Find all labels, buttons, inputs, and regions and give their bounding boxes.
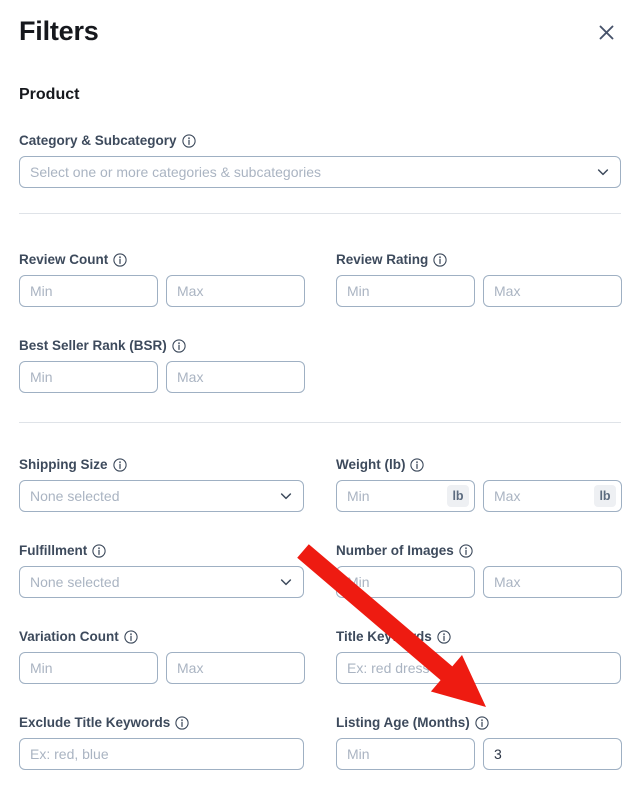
review-count-max-input[interactable] <box>166 275 305 307</box>
field-weight: Weight (lb) lb lb <box>336 457 622 512</box>
info-icon[interactable] <box>182 134 196 148</box>
chevron-down-icon <box>279 575 293 589</box>
field-label-listing-age: Listing Age (Months) <box>336 715 622 731</box>
bsr-max-input[interactable] <box>166 361 305 393</box>
field-best-seller-rank: Best Seller Rank (BSR) <box>19 338 305 393</box>
field-review-rating: Review Rating <box>336 252 622 307</box>
field-label-review-rating: Review Rating <box>336 252 622 268</box>
fulfillment-value: None selected <box>30 574 279 590</box>
number-of-images-max-input[interactable] <box>483 566 622 598</box>
chevron-down-icon <box>596 165 610 179</box>
field-label-text: Number of Images <box>336 543 454 559</box>
field-label-text: Title Keywords <box>336 629 432 645</box>
weight-min-wrapper: lb <box>336 480 475 512</box>
field-label-text: Best Seller Rank (BSR) <box>19 338 167 354</box>
field-label-text: Fulfillment <box>19 543 87 559</box>
info-icon[interactable] <box>459 544 473 558</box>
field-label-number-of-images: Number of Images <box>336 543 622 559</box>
page-title: Filters <box>19 14 99 48</box>
field-exclude-title-keywords: Exclude Title Keywords <box>19 715 304 770</box>
info-icon[interactable] <box>113 253 127 267</box>
field-label-text: Listing Age (Months) <box>336 715 470 731</box>
field-label-best-seller-rank: Best Seller Rank (BSR) <box>19 338 305 354</box>
field-label-text: Weight (lb) <box>336 457 405 473</box>
field-label-review-count: Review Count <box>19 252 305 268</box>
section-heading-product: Product <box>19 86 79 104</box>
listing-age-max-input[interactable] <box>483 738 622 770</box>
shipping-size-value: None selected <box>30 488 279 504</box>
chevron-down-icon <box>279 489 293 503</box>
info-icon[interactable] <box>92 544 106 558</box>
field-listing-age: Listing Age (Months) <box>336 715 622 770</box>
info-icon[interactable] <box>172 339 186 353</box>
shipping-size-select[interactable]: None selected <box>19 480 304 512</box>
title-keywords-input[interactable] <box>336 652 621 684</box>
field-label-text: Exclude Title Keywords <box>19 715 170 731</box>
info-icon[interactable] <box>475 716 489 730</box>
weight-max-wrapper: lb <box>483 480 622 512</box>
field-review-count: Review Count <box>19 252 305 307</box>
exclude-title-keywords-input[interactable] <box>19 738 304 770</box>
field-title-keywords: Title Keywords <box>336 629 621 684</box>
category-subcategory-value: Select one or more categories & subcateg… <box>30 164 596 180</box>
info-icon[interactable] <box>124 630 138 644</box>
review-count-min-input[interactable] <box>19 275 158 307</box>
info-icon[interactable] <box>175 716 189 730</box>
field-label-shipping-size: Shipping Size <box>19 457 304 473</box>
field-label-text: Variation Count <box>19 629 119 645</box>
bsr-min-input[interactable] <box>19 361 158 393</box>
close-icon <box>599 25 614 40</box>
info-icon[interactable] <box>410 458 424 472</box>
divider-2 <box>19 422 621 423</box>
field-fulfillment: Fulfillment None selected <box>19 543 304 598</box>
field-shipping-size: Shipping Size None selected <box>19 457 304 512</box>
info-icon[interactable] <box>437 630 451 644</box>
field-label-fulfillment: Fulfillment <box>19 543 304 559</box>
variation-count-min-input[interactable] <box>19 652 158 684</box>
field-label-weight: Weight (lb) <box>336 457 622 473</box>
category-subcategory-select[interactable]: Select one or more categories & subcateg… <box>19 156 621 188</box>
variation-count-max-input[interactable] <box>166 652 305 684</box>
field-label-text: Shipping Size <box>19 457 108 473</box>
field-category-subcategory: Category & Subcategory Select one or mor… <box>19 133 621 188</box>
field-label-text: Category & Subcategory <box>19 133 177 149</box>
weight-min-input[interactable] <box>336 480 475 512</box>
info-icon[interactable] <box>433 253 447 267</box>
info-icon[interactable] <box>113 458 127 472</box>
listing-age-min-input[interactable] <box>336 738 475 770</box>
field-label-category-subcategory: Category & Subcategory <box>19 133 621 149</box>
field-number-of-images: Number of Images <box>336 543 622 598</box>
review-rating-min-input[interactable] <box>336 275 475 307</box>
field-variation-count: Variation Count <box>19 629 305 684</box>
field-label-text: Review Rating <box>336 252 428 268</box>
divider-1 <box>19 213 621 214</box>
field-label-text: Review Count <box>19 252 108 268</box>
annotation-arrow <box>0 0 634 810</box>
fulfillment-select[interactable]: None selected <box>19 566 304 598</box>
field-label-title-keywords: Title Keywords <box>336 629 621 645</box>
close-button[interactable] <box>594 20 618 44</box>
number-of-images-min-input[interactable] <box>336 566 475 598</box>
field-label-variation-count: Variation Count <box>19 629 305 645</box>
field-label-exclude-title-keywords: Exclude Title Keywords <box>19 715 304 731</box>
weight-max-input[interactable] <box>483 480 622 512</box>
panel-header: Filters <box>0 0 634 62</box>
review-rating-max-input[interactable] <box>483 275 622 307</box>
